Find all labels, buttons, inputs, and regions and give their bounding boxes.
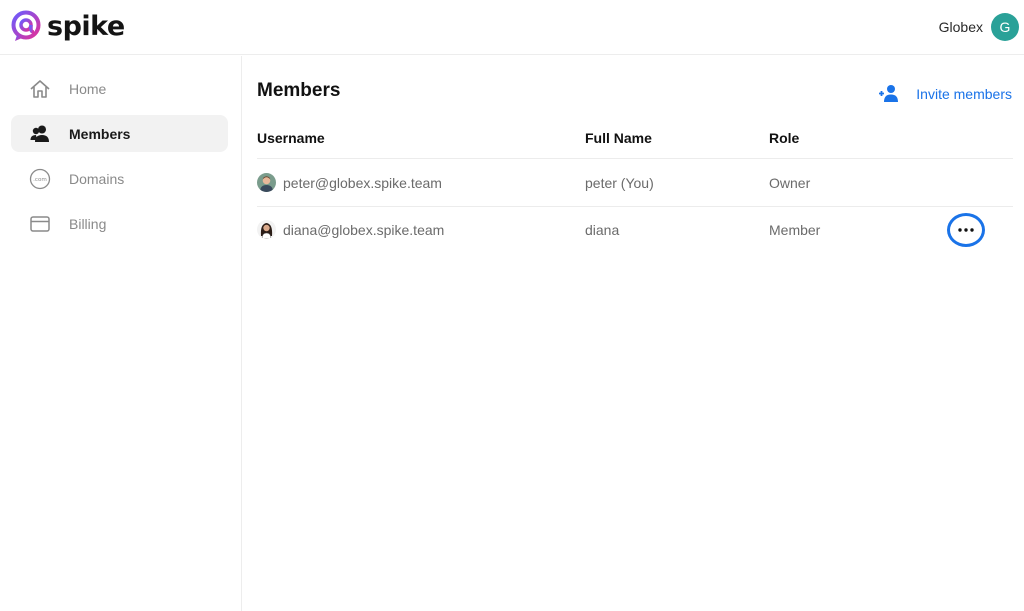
full-name-cell: diana	[585, 222, 620, 238]
column-header-username[interactable]: Username	[257, 130, 325, 146]
account-switcher[interactable]: Globex G	[939, 13, 1019, 41]
sidebar-item-members[interactable]: Members	[11, 115, 228, 152]
avatar	[257, 220, 276, 239]
username-cell: diana@globex.spike.team	[283, 222, 445, 238]
spike-logo[interactable]: spike	[11, 10, 125, 43]
add-user-icon	[879, 85, 899, 102]
sidebar-item-label: Domains	[69, 170, 125, 187]
spike-logo-icon	[11, 10, 41, 41]
sidebar-item-domains[interactable]: .com Domains	[11, 160, 228, 197]
home-icon	[30, 80, 50, 98]
sidebar-item-label: Members	[69, 125, 131, 142]
more-horizontal-icon	[958, 228, 974, 232]
account-avatar[interactable]: G	[991, 13, 1019, 41]
sidebar-item-label: Billing	[69, 215, 107, 232]
username-cell: peter@globex.spike.team	[283, 175, 442, 191]
table-row[interactable]: peter@globex.spike.team peter (You) Owne…	[257, 159, 1013, 207]
sidebar: Home Members .com Domains Billing	[0, 56, 242, 611]
role-cell: Owner	[769, 175, 811, 191]
members-icon	[30, 125, 49, 142]
page-title: Members	[257, 80, 341, 101]
invite-members-label: Invite members	[916, 86, 1012, 102]
sidebar-item-home[interactable]: Home	[11, 70, 228, 107]
table-header: Username Full Name Role	[257, 128, 1013, 159]
svg-text:.com: .com	[33, 177, 47, 183]
credit-card-icon	[30, 216, 50, 232]
column-header-role[interactable]: Role	[769, 130, 799, 146]
full-name-cell: peter (You)	[585, 175, 654, 191]
table-row[interactable]: diana@globex.spike.team diana Member	[257, 206, 1013, 254]
domain-icon: .com	[29, 168, 51, 190]
sidebar-item-label: Home	[69, 80, 107, 97]
logo-text: spike	[47, 11, 125, 42]
sidebar-item-billing[interactable]: Billing	[11, 205, 228, 242]
row-actions-button[interactable]	[947, 213, 985, 247]
avatar	[257, 173, 276, 192]
account-name: Globex	[938, 19, 983, 35]
column-header-full-name[interactable]: Full Name	[585, 130, 652, 146]
top-bar: spike Globex G	[0, 0, 1024, 55]
invite-members-button[interactable]: Invite members	[878, 84, 1012, 104]
role-cell: Member	[769, 222, 821, 238]
